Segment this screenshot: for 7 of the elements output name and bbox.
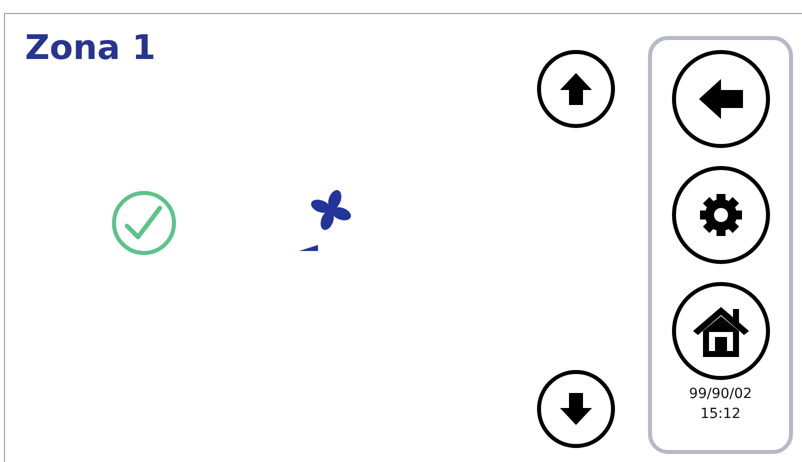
settings-icon (698, 192, 744, 238)
fan-icon (309, 188, 353, 232)
zone-title: Zona 1 (25, 28, 157, 68)
speed-level-icon (299, 244, 319, 252)
check-circle-icon (111, 190, 177, 256)
date-text: 99/90/02 (689, 385, 752, 404)
time-text: 15:12 (700, 405, 741, 424)
